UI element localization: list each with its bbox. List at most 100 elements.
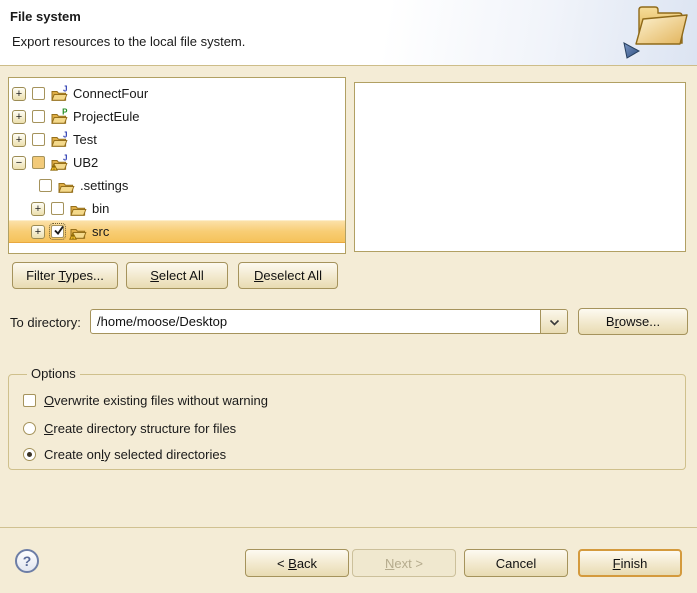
tree-item-label: bin (92, 201, 109, 216)
overwrite-option[interactable]: Overwrite existing files without warning (23, 392, 268, 408)
tree-item-label: ProjectEule (73, 109, 139, 124)
label-text: < (277, 556, 288, 571)
button-label: Select All (150, 268, 203, 283)
create-structure-option[interactable]: Create directory structure for files (23, 420, 236, 436)
tree-expander-icon[interactable]: − (12, 156, 26, 170)
svg-text:J: J (63, 131, 67, 140)
label-text: eselect All (263, 268, 322, 283)
label-mnemonic: D (254, 268, 263, 283)
java-project-folder-icon: J (50, 131, 68, 148)
label-text: inish (621, 556, 648, 571)
tree-item-label: Test (73, 132, 97, 147)
tree-item-checkbox[interactable] (32, 110, 45, 123)
button-label: < Back (277, 556, 317, 571)
filter-types-button[interactable]: Filter Types... (12, 262, 118, 289)
tree-expander-icon[interactable]: + (12, 87, 26, 101)
svg-text:P: P (62, 108, 68, 117)
button-label: Filter Types... (26, 268, 104, 283)
page-subtitle: Export resources to the local file syste… (12, 34, 245, 49)
create-structure-radio[interactable] (23, 422, 36, 435)
label-text: ack (297, 556, 317, 571)
export-folder-icon (609, 1, 693, 61)
button-label: Finish (613, 556, 648, 571)
resource-tree[interactable]: + J ConnectFour + P ProjectEule + J Test − J UB2 .se… (8, 77, 346, 254)
back-button[interactable]: < Back (245, 549, 349, 577)
button-label: Deselect All (254, 268, 322, 283)
button-label: Cancel (496, 556, 536, 571)
java-project-folder-icon: P (50, 108, 68, 125)
label-text: reate directory structure for files (53, 421, 236, 436)
label-text: Filter (26, 268, 58, 283)
label-text: B (606, 314, 615, 329)
tree-item-ub2[interactable]: − J UB2 (9, 151, 345, 174)
label-mnemonic: O (44, 393, 54, 408)
directory-dropdown-button[interactable] (540, 310, 567, 333)
label-mnemonic: B (288, 556, 297, 571)
svg-text:J: J (63, 154, 67, 163)
tree-item-bin[interactable]: + bin (9, 197, 345, 220)
chevron-down-icon (549, 314, 560, 329)
label-mnemonic: T (58, 268, 65, 283)
label-text: Cancel (496, 556, 536, 571)
create-selected-option[interactable]: Create only selected directories (23, 446, 226, 462)
tree-expander-icon[interactable]: + (31, 225, 45, 239)
directory-input[interactable] (91, 310, 540, 333)
deselect-all-button[interactable]: Deselect All (238, 262, 338, 289)
label-text: ext > (394, 556, 423, 571)
tree-item-test[interactable]: + J Test (9, 128, 345, 151)
question-mark-icon: ? (23, 553, 32, 569)
label-mnemonic: S (150, 268, 159, 283)
next-button: Next > (352, 549, 456, 577)
tree-item-label: src (92, 224, 109, 239)
button-label: Browse... (606, 314, 660, 329)
directory-combo (90, 309, 568, 334)
tree-item-label: UB2 (73, 155, 98, 170)
folder-icon (57, 177, 75, 194)
tree-item-label: ConnectFour (73, 86, 148, 101)
label-mnemonic: C (44, 421, 53, 436)
create-selected-radio[interactable] (23, 448, 36, 461)
finish-button[interactable]: Finish (578, 549, 682, 577)
tree-item-settings[interactable]: .settings (9, 174, 345, 197)
java-project-folder-icon: J (50, 85, 68, 102)
browse-button[interactable]: Browse... (578, 308, 688, 335)
tree-item-checkbox[interactable] (32, 87, 45, 100)
label-text: Create on (44, 447, 101, 462)
label-text: elect All (159, 268, 204, 283)
options-group-title: Options (27, 366, 80, 381)
export-wizard-dialog: File system Export resources to the loca… (0, 0, 697, 593)
java-project-folder-icon: J (50, 154, 68, 171)
tree-expander-icon[interactable]: + (12, 110, 26, 124)
label-text: y selected directories (104, 447, 226, 462)
button-label: Next > (385, 556, 423, 571)
label-text: ypes... (66, 268, 104, 283)
overwrite-checkbox[interactable] (23, 394, 36, 407)
tree-item-checkbox[interactable] (32, 156, 45, 169)
tree-item-projecteule[interactable]: + P ProjectEule (9, 105, 345, 128)
tree-item-connectfour[interactable]: + J ConnectFour (9, 82, 345, 105)
tree-item-checkbox[interactable] (39, 179, 52, 192)
select-all-button[interactable]: Select All (126, 262, 228, 289)
tree-item-checkbox[interactable] (32, 133, 45, 146)
folder-icon (69, 200, 87, 217)
tree-item-src[interactable]: + src (9, 220, 345, 243)
label-text: verwrite existing files without warning (54, 393, 268, 408)
label-mnemonic: F (613, 556, 621, 571)
label-text: owse... (619, 314, 660, 329)
tree-expander-icon[interactable]: + (31, 202, 45, 216)
tree-item-label: .settings (80, 178, 128, 193)
cancel-button[interactable]: Cancel (464, 549, 568, 577)
tree-item-checkbox[interactable] (51, 225, 64, 238)
svg-text:J: J (63, 85, 67, 94)
create-selected-label: Create only selected directories (44, 447, 226, 462)
footer-separator (0, 527, 697, 528)
tree-expander-icon[interactable]: + (12, 133, 26, 147)
create-structure-label: Create directory structure for files (44, 421, 236, 436)
tree-item-checkbox[interactable] (51, 202, 64, 215)
file-list-panel[interactable] (354, 82, 686, 252)
help-button[interactable]: ? (15, 549, 39, 573)
to-directory-label: To directory: (10, 315, 81, 330)
folder-icon (69, 223, 87, 240)
options-group: Options Overwrite existing files without… (8, 374, 686, 470)
label-mnemonic: N (385, 556, 394, 571)
